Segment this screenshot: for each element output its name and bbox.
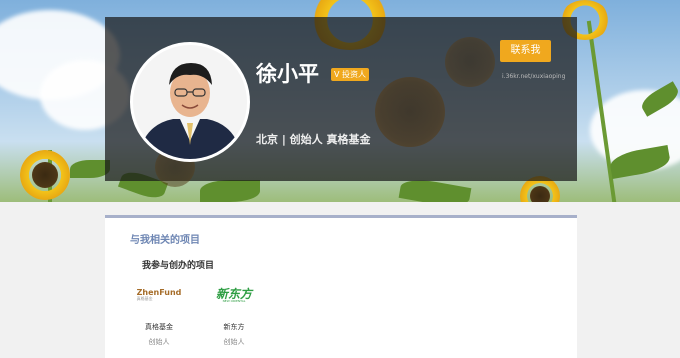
xindongfang-logo[interactable]: 新东方 NEW ORIENTAL bbox=[204, 283, 264, 307]
project-name: 新东方 bbox=[223, 323, 245, 331]
section-subtitle: 我参与创办的项目 bbox=[142, 261, 215, 271]
avatar bbox=[130, 42, 250, 162]
sunflower-center bbox=[530, 186, 550, 202]
badge-label: 投资人 bbox=[342, 70, 367, 79]
leaf bbox=[70, 160, 110, 178]
sunflower-center bbox=[32, 162, 58, 188]
sunflower-center bbox=[445, 37, 495, 87]
project-item-xindongfang[interactable]: 新东方 NEW ORIENTAL 新东方 创始人 bbox=[204, 283, 264, 347]
contact-button[interactable]: 联系我 bbox=[500, 40, 551, 62]
hero-banner bbox=[0, 0, 680, 202]
profile-link[interactable]: i.36kr.net/xuxiaoping bbox=[502, 73, 565, 80]
sunflower-center bbox=[375, 77, 445, 147]
leaf bbox=[200, 180, 260, 202]
zhenfund-logo[interactable]: ZhenFund 真格基金 bbox=[129, 283, 189, 307]
logo-subtext: 真格基金 bbox=[136, 296, 153, 301]
logo-text: 新东方 bbox=[215, 286, 252, 301]
avatar-portrait-icon bbox=[133, 45, 247, 159]
investor-badge: V 投资人 bbox=[331, 68, 370, 81]
verified-v-icon: V bbox=[334, 70, 340, 79]
project-role: 创始人 bbox=[223, 338, 245, 346]
project-item-zhenfund[interactable]: ZhenFund 真格基金 真格基金 创始人 bbox=[129, 283, 189, 347]
project-name: 真格基金 bbox=[145, 323, 173, 331]
section-title: 与我相关的项目 bbox=[130, 235, 200, 246]
project-role: 创始人 bbox=[148, 338, 170, 346]
profile-info: 北京 | 创始人 真格基金 bbox=[256, 133, 371, 146]
profile-name: 徐小平 bbox=[256, 62, 319, 86]
projects-card: 与我相关的项目 我参与创办的项目 ZhenFund 真格基金 真格基金 创始人 … bbox=[105, 215, 577, 358]
